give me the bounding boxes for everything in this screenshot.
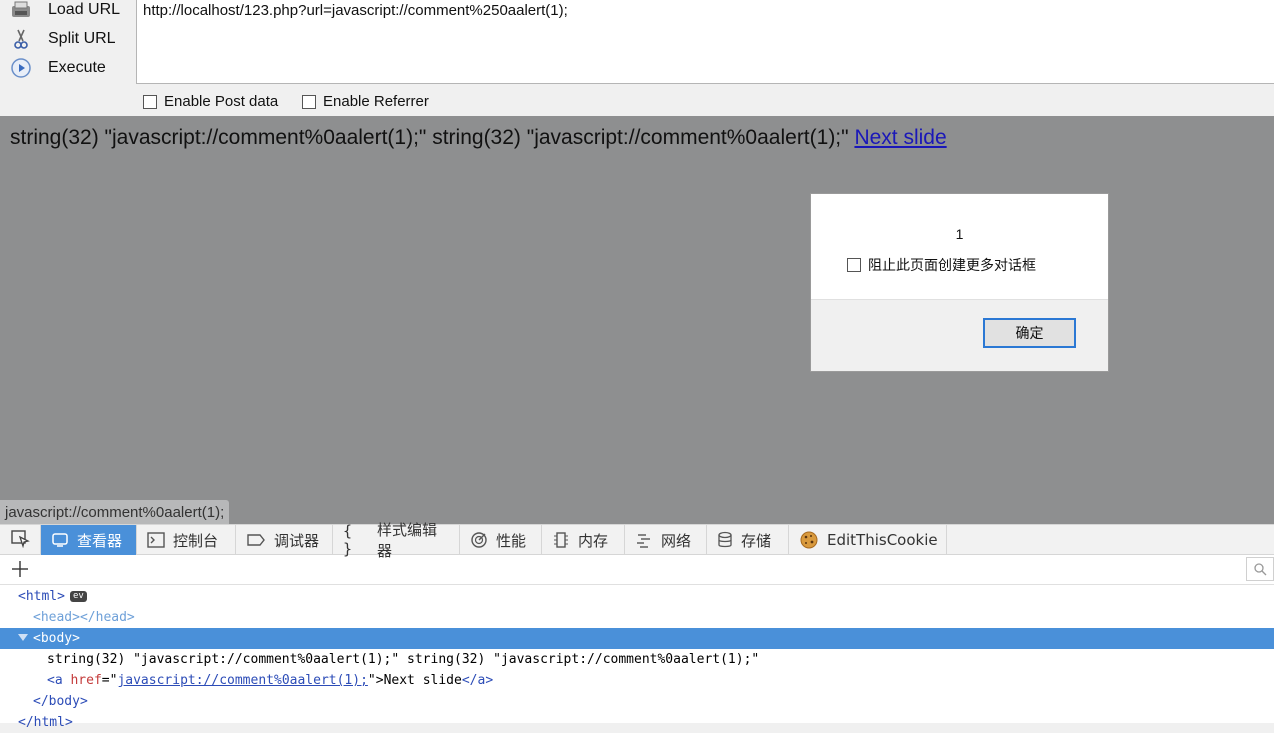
split-url-button[interactable]: Split URL [10, 26, 116, 52]
tab-performance-label: 性能 [496, 531, 527, 550]
tab-memory[interactable]: 内存 [542, 525, 625, 555]
console-icon [147, 532, 165, 548]
tab-inspector[interactable]: 查看器 [41, 525, 137, 555]
hackbar-panel: Load URL Split URL Execute http://localh… [0, 0, 1274, 116]
add-node-button[interactable] [10, 559, 30, 579]
tree-node-body[interactable]: <body> [0, 628, 1274, 649]
element-picker-button[interactable] [0, 525, 41, 555]
next-slide-link[interactable]: Next slide [854, 126, 946, 149]
devtools-panel: 查看器 控制台 调试器 { } 样式编辑器 性能 内存 网络 存储 EditTh… [0, 521, 1274, 730]
href-attr-name: href [70, 673, 102, 688]
enable-post-box[interactable] [143, 94, 157, 109]
inspector-icon [51, 532, 69, 548]
enable-referrer-checkbox[interactable]: Enable Referrer [302, 93, 429, 110]
suppress-dialogs-label: 阻止此页面创建更多对话框 [868, 258, 1036, 274]
page-output-text: string(32) "javascript://comment%0aalert… [10, 126, 849, 149]
html-open-tag: <html> [18, 589, 65, 604]
tab-style-editor[interactable]: { } 样式编辑器 [333, 521, 460, 560]
ok-button[interactable]: 确定 [983, 318, 1076, 348]
page-viewport: string(32) "javascript://comment%0aalert… [0, 116, 1274, 524]
element-picker-icon [10, 528, 30, 552]
markup-tree: <html> ev <head></head> <body> string(32)… [0, 586, 1274, 733]
alert-footer: 确定 [811, 299, 1108, 371]
attr-eq: =" [101, 673, 118, 688]
debugger-icon [246, 532, 266, 548]
a-close-tag: </a> [461, 673, 494, 688]
load-url-label: Load URL [48, 1, 121, 18]
tab-performance[interactable]: 性能 [460, 525, 542, 555]
enable-referrer-label: Enable Referrer [323, 93, 429, 110]
text-node-content: string(32) "javascript://comment%0aalert… [47, 652, 760, 667]
inspector-toolbar [0, 555, 1274, 585]
a-text: Next slide [383, 673, 462, 688]
tab-debugger[interactable]: 调试器 [236, 525, 333, 555]
enable-post-label: Enable Post data [164, 93, 279, 110]
tab-storage-label: 存储 [741, 531, 772, 550]
tree-node-a[interactable]: <a href="javascript://comment%0aalert(1)… [0, 670, 1274, 691]
storage-icon [717, 531, 733, 549]
enable-referrer-box[interactable] [302, 94, 316, 109]
tree-text-node[interactable]: string(32) "javascript://comment%0aalert… [0, 649, 1274, 670]
body-close-tag: </body> [33, 694, 88, 709]
tab-console[interactable]: 控制台 [137, 525, 236, 555]
network-icon [635, 532, 653, 548]
status-bar-url: javascript://comment%0aalert(1); [0, 500, 230, 524]
href-attr-value[interactable]: javascript://comment%0aalert(1); [117, 673, 367, 688]
tree-node-head[interactable]: <head></head> [0, 607, 1274, 628]
tab-inspector-label: 查看器 [77, 531, 123, 550]
devtools-tabbar: 查看器 控制台 调试器 { } 样式编辑器 性能 内存 网络 存储 EditTh… [0, 521, 1274, 560]
tab-storage[interactable]: 存储 [707, 525, 789, 555]
execute-button[interactable]: Execute [10, 55, 106, 81]
url-textarea[interactable]: http://localhost/123.php?url=javascript:… [136, 0, 1274, 84]
page-output: string(32) "javascript://comment%0aalert… [10, 126, 947, 150]
suppress-dialogs-checkbox[interactable]: 阻止此页面创建更多对话框 [847, 255, 1036, 275]
attr-close-quote: "> [367, 673, 384, 688]
search-icon [1254, 563, 1267, 576]
collapse-arrow-icon[interactable] [18, 628, 33, 649]
tab-console-label: 控制台 [173, 531, 219, 550]
tree-body-close[interactable]: </body> [0, 691, 1274, 712]
style-editor-icon: { } [343, 522, 353, 558]
tab-network-label: 网络 [661, 531, 692, 550]
tab-editthiscookie-label: EditThisCookie [827, 531, 938, 549]
play-icon [10, 57, 32, 79]
alert-dialog: 1 阻止此页面创建更多对话框 确定 [810, 193, 1109, 372]
alert-message: 1 [955, 226, 964, 242]
tab-editthiscookie[interactable]: EditThisCookie [789, 525, 947, 555]
event-badge[interactable]: ev [69, 591, 87, 602]
performance-icon [470, 531, 488, 549]
load-url-icon [10, 0, 32, 21]
body-open-tag: <body> [33, 631, 80, 646]
tree-node-html[interactable]: <html> ev [0, 586, 1274, 607]
scissors-icon [10, 28, 32, 50]
plus-icon [12, 561, 28, 577]
head-tag: <head></head> [33, 610, 135, 625]
tab-network[interactable]: 网络 [625, 525, 707, 555]
inspector-search-input[interactable] [1246, 557, 1274, 581]
tab-memory-label: 内存 [578, 531, 609, 550]
split-url-label: Split URL [48, 30, 116, 47]
a-open-prefix: <a [47, 673, 71, 688]
enable-post-checkbox[interactable]: Enable Post data [143, 93, 278, 110]
load-url-button[interactable]: Load URL [10, 0, 120, 23]
cookie-icon [799, 530, 819, 550]
suppress-dialogs-box[interactable] [847, 258, 861, 272]
tab-debugger-label: 调试器 [274, 531, 320, 550]
execute-label: Execute [48, 59, 106, 76]
memory-icon [552, 531, 570, 549]
